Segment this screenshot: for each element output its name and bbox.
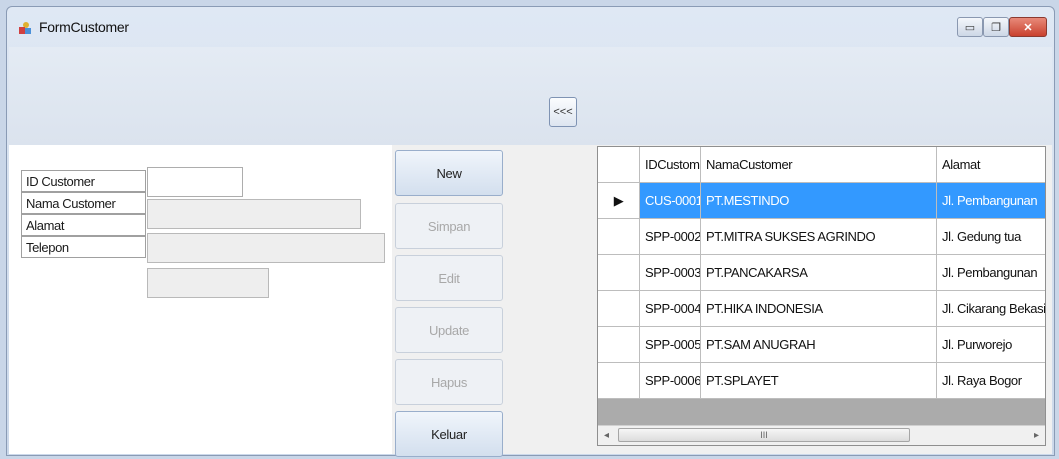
- alamat-label: Alamat: [21, 214, 146, 236]
- row-header[interactable]: [598, 363, 640, 399]
- top-panel: [9, 47, 1052, 145]
- row-header[interactable]: [598, 255, 640, 291]
- table-cell[interactable]: Jl. Raya Bogor: [937, 363, 1045, 399]
- table-cell[interactable]: PT.MITRA SUKSES AGRINDO: [701, 219, 937, 255]
- keluar-button[interactable]: Keluar: [395, 411, 503, 457]
- table-cell[interactable]: CUS-0001: [640, 183, 701, 219]
- table-cell[interactable]: Jl. Pembangunan: [937, 255, 1045, 291]
- alamat-input[interactable]: [147, 233, 385, 263]
- table-cell[interactable]: PT.PANCAKARSA: [701, 255, 937, 291]
- row-header[interactable]: [598, 291, 640, 327]
- app-icon: [19, 22, 31, 34]
- grid-header-row: IDCustomer NamaCustomer Alamat: [598, 147, 1045, 183]
- grid-corner-header: [598, 147, 640, 183]
- nama-customer-label: Nama Customer: [21, 192, 146, 214]
- table-cell[interactable]: SPP-0003: [640, 255, 701, 291]
- table-cell[interactable]: PT.MESTINDO: [701, 183, 937, 219]
- title-bar[interactable]: FormCustomer ▭ ❐ ✕: [7, 7, 1054, 47]
- column-header-idcustomer[interactable]: IDCustomer: [640, 147, 701, 183]
- telepon-label: Telepon: [21, 236, 146, 258]
- table-row[interactable]: ▶ CUS-0001 PT.MESTINDO Jl. Pembangunan: [598, 183, 1045, 219]
- table-cell[interactable]: Jl. Gedung tua: [937, 219, 1045, 255]
- minimize-button[interactable]: ▭: [957, 17, 983, 37]
- hapus-button[interactable]: Hapus: [395, 359, 503, 405]
- table-cell[interactable]: Jl. Purworejo: [937, 327, 1045, 363]
- table-cell[interactable]: PT.HIKA INDONESIA: [701, 291, 937, 327]
- row-header[interactable]: [598, 327, 640, 363]
- telepon-input[interactable]: [147, 268, 269, 298]
- table-row[interactable]: SPP-0005 PT.SAM ANUGRAH Jl. Purworejo: [598, 327, 1045, 363]
- new-button[interactable]: New: [395, 150, 503, 196]
- collapse-button[interactable]: <<<: [549, 97, 577, 127]
- column-header-alamat[interactable]: Alamat: [937, 147, 1045, 183]
- current-row-indicator-icon[interactable]: ▶: [598, 183, 640, 219]
- scrollbar-thumb[interactable]: III: [618, 428, 910, 442]
- id-customer-label: ID Customer: [21, 170, 146, 192]
- table-row[interactable]: SPP-0006 PT.SPLAYET Jl. Raya Bogor: [598, 363, 1045, 399]
- table-cell[interactable]: Jl. Cikarang Bekasi: [937, 291, 1045, 327]
- table-cell[interactable]: Jl. Pembangunan: [937, 183, 1045, 219]
- table-cell[interactable]: SPP-0002: [640, 219, 701, 255]
- column-header-namacustomer[interactable]: NamaCustomer: [701, 147, 937, 183]
- table-row[interactable]: SPP-0003 PT.PANCAKARSA Jl. Pembangunan: [598, 255, 1045, 291]
- maximize-button[interactable]: ❐: [983, 17, 1009, 37]
- table-cell[interactable]: SPP-0004: [640, 291, 701, 327]
- row-header[interactable]: [598, 219, 640, 255]
- scroll-left-icon[interactable]: ◂: [598, 430, 615, 441]
- update-button[interactable]: Update: [395, 307, 503, 353]
- simpan-button[interactable]: Simpan: [395, 203, 503, 249]
- customer-form-panel: ID Customer Nama Customer Alamat Telepon: [9, 145, 392, 454]
- table-cell[interactable]: SPP-0005: [640, 327, 701, 363]
- horizontal-scrollbar[interactable]: ◂ III ▸: [598, 425, 1045, 445]
- close-button[interactable]: ✕: [1009, 17, 1047, 37]
- client-area: <<< ID Customer Nama Customer Alamat Tel…: [9, 47, 1052, 457]
- table-cell[interactable]: PT.SPLAYET: [701, 363, 937, 399]
- table-row[interactable]: SPP-0004 PT.HIKA INDONESIA Jl. Cikarang …: [598, 291, 1045, 327]
- window-title: FormCustomer: [39, 19, 129, 35]
- edit-button[interactable]: Edit: [395, 255, 503, 301]
- id-customer-input[interactable]: [147, 167, 243, 197]
- nama-customer-input[interactable]: [147, 199, 361, 229]
- table-cell[interactable]: PT.SAM ANUGRAH: [701, 327, 937, 363]
- customer-data-grid[interactable]: IDCustomer NamaCustomer Alamat ▶ CUS-000…: [597, 146, 1046, 446]
- form-customer-window: FormCustomer ▭ ❐ ✕ <<< ID Customer Nama …: [6, 6, 1055, 457]
- table-row[interactable]: SPP-0002 PT.MITRA SUKSES AGRINDO Jl. Ged…: [598, 219, 1045, 255]
- scroll-right-icon[interactable]: ▸: [1028, 430, 1045, 441]
- table-cell[interactable]: SPP-0006: [640, 363, 701, 399]
